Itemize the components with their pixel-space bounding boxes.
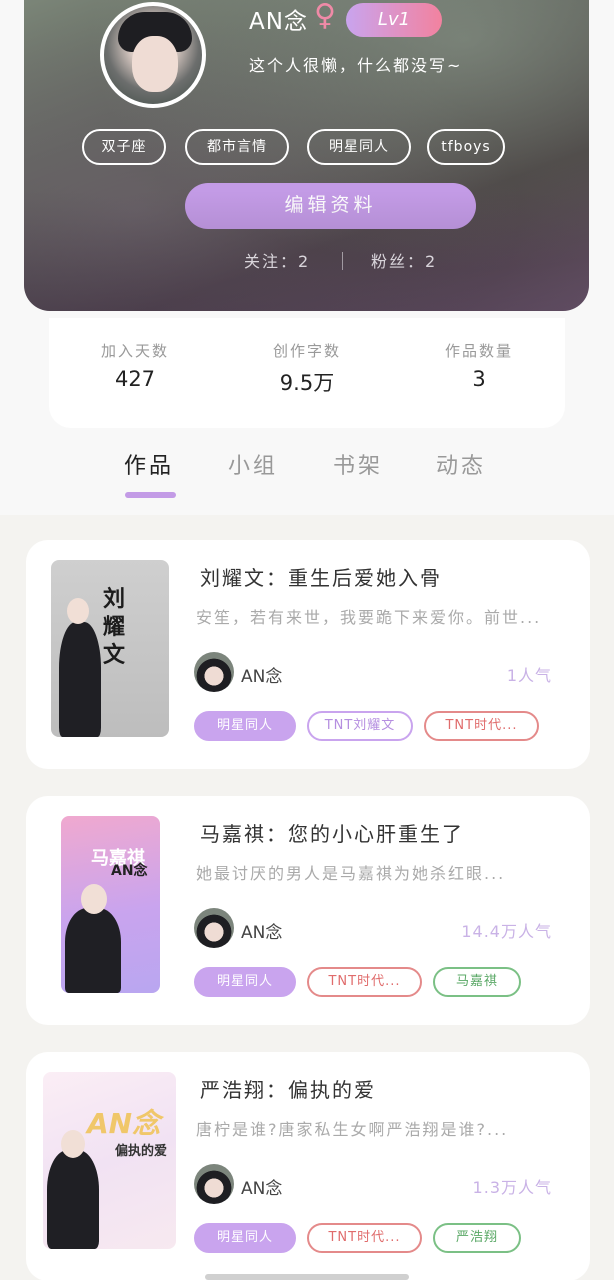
cover-person <box>47 1150 99 1249</box>
work-title[interactable]: 严浩翔：偏执的爱 <box>200 1074 376 1103</box>
cover-subtitle: 偏执的爱 <box>115 1144 168 1159</box>
stat-join-days: 加入天数 427 <box>55 340 215 391</box>
cover-title: AN念 <box>87 1107 161 1140</box>
work-card[interactable]: 刘耀文 刘耀文：重生后爱她入骨 安笙，若有来世，我要跪下来爱你。前世... AN… <box>26 540 590 769</box>
work-cover[interactable]: 马嘉祺 AN念 <box>61 816 160 993</box>
work-tag[interactable]: 明星同人 <box>194 1223 296 1253</box>
cover-subtitle: AN念 <box>111 863 148 879</box>
stat-label: 创作字数 <box>272 342 341 360</box>
author-avatar[interactable] <box>194 1164 234 1204</box>
cover-person-face <box>61 1130 85 1158</box>
following-count[interactable]: 关注：2 <box>244 248 310 272</box>
author-avatar[interactable] <box>194 652 234 692</box>
work-card[interactable]: AN念 偏执的爱 严浩翔：偏执的爱 唐柠是谁?唐家私生女啊严浩翔是谁?... A… <box>26 1052 590 1280</box>
work-tag[interactable]: 严浩翔 <box>433 1223 521 1253</box>
stat-value: 427 <box>114 367 156 391</box>
work-description: 安笙，若有来世，我要跪下来爱你。前世... <box>196 608 542 627</box>
work-tag[interactable]: TNT时代... <box>307 967 422 997</box>
avatar-face <box>132 36 178 92</box>
stat-word-count: 创作字数 9.5万 <box>227 340 387 397</box>
cover-person-face <box>67 598 89 624</box>
stat-value: 9.5万 <box>279 371 335 395</box>
level-badge: Lv1 <box>346 3 442 37</box>
work-tag[interactable]: 马嘉祺 <box>433 967 521 997</box>
active-tab-indicator <box>125 492 176 498</box>
username: AN念 <box>249 9 308 35</box>
profile-tags: 双子座 都市言情 明星同人 tfboys <box>82 129 522 165</box>
tab-activity[interactable]: 动态 <box>436 448 486 480</box>
cover-title: 刘耀文 <box>103 587 126 668</box>
profile-bio: 这个人很懒，什么都没写~ <box>249 56 463 75</box>
author-name[interactable]: AN念 <box>241 662 282 687</box>
popularity: 14.4万人气 <box>461 922 552 941</box>
stat-label: 加入天数 <box>100 342 169 360</box>
cover-person <box>59 622 101 737</box>
work-title[interactable]: 刘耀文：重生后爱她入骨 <box>200 562 442 591</box>
tab-works[interactable]: 作品 <box>124 448 174 480</box>
profile-tag[interactable]: 都市言情 <box>185 129 289 165</box>
profile-tabs: 作品 小组 书架 动态 <box>0 440 614 500</box>
work-description: 她最讨厌的男人是马嘉祺为她杀红眼... <box>196 864 506 883</box>
cover-person-face <box>81 884 107 914</box>
fans-count[interactable]: 粉丝：2 <box>371 248 437 272</box>
work-tag[interactable]: TNT时代... <box>424 711 539 741</box>
stat-work-count: 作品数量 3 <box>399 340 559 391</box>
divider <box>342 252 343 270</box>
work-title[interactable]: 马嘉祺：您的小心肝重生了 <box>200 818 464 847</box>
work-cover[interactable]: AN念 偏执的爱 <box>43 1072 176 1249</box>
home-indicator <box>205 1274 409 1280</box>
edit-profile-button[interactable]: 编辑资料 <box>185 183 476 229</box>
popularity: 1人气 <box>506 666 552 685</box>
popularity: 1.3万人气 <box>472 1178 552 1197</box>
author-name[interactable]: AN念 <box>241 918 282 943</box>
stat-value: 3 <box>472 367 486 391</box>
cover-person <box>65 908 121 993</box>
tab-groups[interactable]: 小组 <box>228 448 278 480</box>
profile-tag[interactable]: tfboys <box>427 129 505 165</box>
work-tag[interactable]: 明星同人 <box>194 711 296 741</box>
profile-tag[interactable]: 明星同人 <box>307 129 411 165</box>
work-cover[interactable]: 刘耀文 <box>51 560 169 737</box>
work-tag[interactable]: TNT刘耀文 <box>307 711 413 741</box>
work-description: 唐柠是谁?唐家私生女啊严浩翔是谁?... <box>196 1120 509 1139</box>
work-tag[interactable]: 明星同人 <box>194 967 296 997</box>
profile-avatar[interactable] <box>100 2 206 108</box>
author-name[interactable]: AN念 <box>241 1174 282 1199</box>
stats-panel: 加入天数 427 创作字数 9.5万 作品数量 3 <box>49 318 565 428</box>
tab-bookshelf[interactable]: 书架 <box>333 448 383 480</box>
work-tag[interactable]: TNT时代... <box>307 1223 422 1253</box>
work-card[interactable]: 马嘉祺 AN念 马嘉祺：您的小心肝重生了 她最讨厌的男人是马嘉祺为她杀红眼...… <box>26 796 590 1025</box>
profile-hero: AN念 ♀ Lv1 这个人很懒，什么都没写~ 双子座 都市言情 明星同人 tfb… <box>24 0 589 311</box>
author-avatar[interactable] <box>194 908 234 948</box>
stat-label: 作品数量 <box>444 342 513 360</box>
profile-tag[interactable]: 双子座 <box>82 129 166 165</box>
female-gender-icon: ♀ <box>314 0 336 33</box>
